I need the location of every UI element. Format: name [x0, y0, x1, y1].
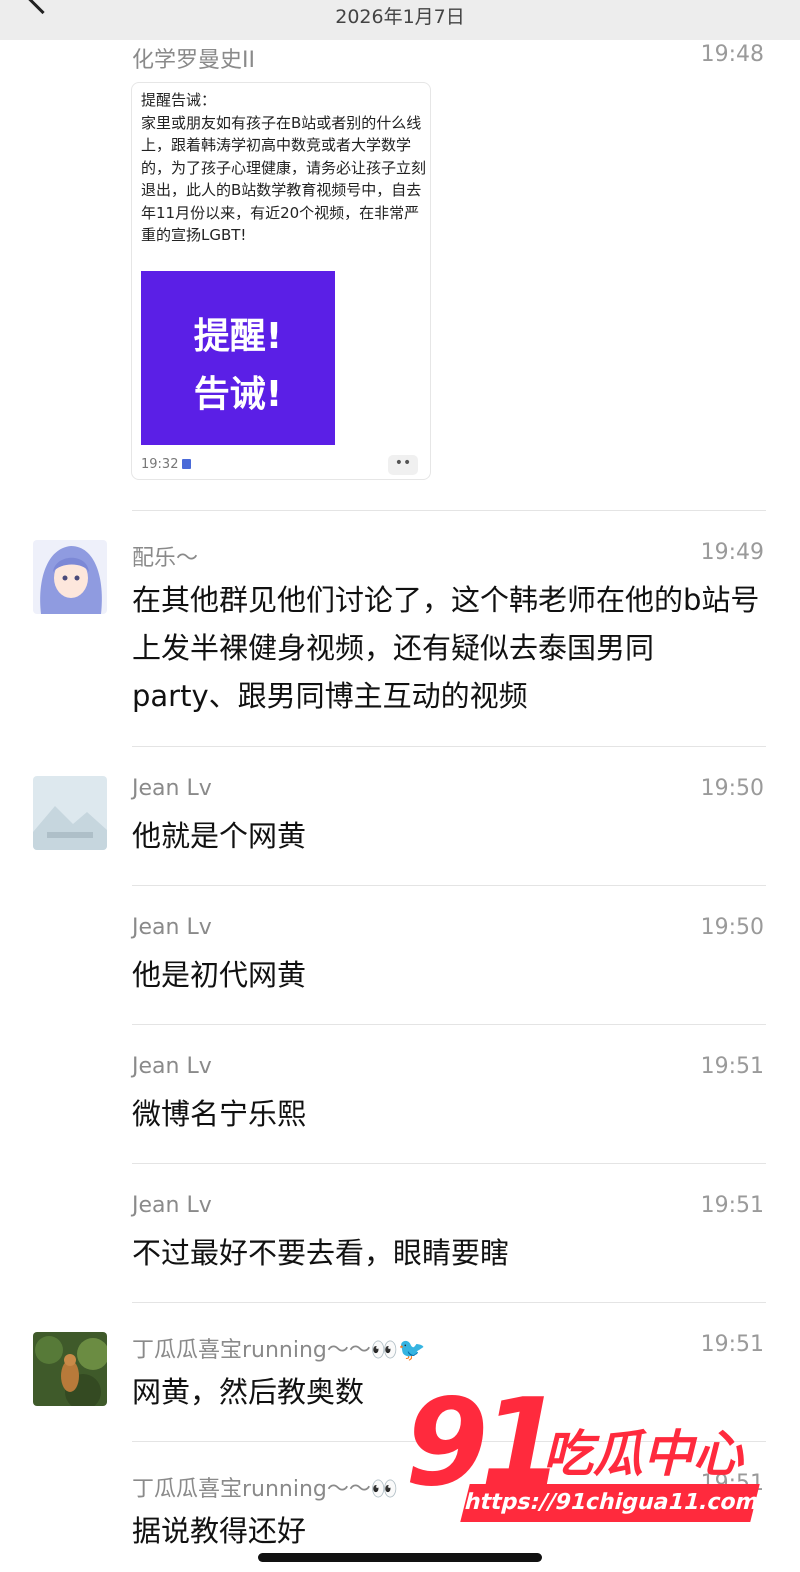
divider [132, 1302, 766, 1303]
sender-name[interactable]: Jean Lv [132, 1054, 212, 1079]
message-text: 在其他群见他们讨论了，这个韩老师在他的b站号上发半裸健身视频，还有疑似去泰国男同… [132, 583, 760, 713]
message-text: 他是初代网黄 [132, 958, 307, 992]
message-text: 不过最好不要去看，眼睛要瞎 [132, 1236, 510, 1270]
card-image-line: 告诫! [193, 374, 283, 415]
sender-name[interactable]: 丁瓜瓜喜宝running～～👀🐦 [132, 1332, 426, 1364]
message-text: 微博名宁乐熙 [132, 1097, 307, 1131]
sender-name[interactable]: Jean Lv [132, 1193, 212, 1218]
sender-name[interactable]: 丁瓜瓜喜宝running～～👀 [132, 1471, 398, 1503]
divider [132, 1163, 766, 1164]
card-time: 19:32 [141, 457, 179, 472]
message-time: 19:51 [700, 1193, 764, 1218]
message-item: Jean Lv 19:50 他是初代网黄 [0, 915, 800, 1025]
watermark-url: https://91chigua11.com [460, 1484, 762, 1522]
divider [132, 746, 766, 747]
divider [132, 1024, 766, 1025]
message-item: Jean Lv 19:51 微博名宁乐熙 [0, 1054, 800, 1164]
message-time: 19:49 [700, 540, 764, 565]
message-item: Jean Lv 19:51 不过最好不要去看，眼睛要瞎 [0, 1193, 800, 1303]
message-item: 化学罗曼史II 19:48 提醒告诫： 家里或朋友如有孩子在B站或者别的什么线上… [0, 40, 800, 511]
watermark: 91 吃瓜中心 https://91chigua11.com [395, 1374, 785, 1530]
message-time: 19:51 [700, 1332, 764, 1357]
divider [132, 510, 766, 511]
shared-note-card[interactable]: 提醒告诫： 家里或朋友如有孩子在B站或者别的什么线上，跟着韩涛学初高中数竞或者大… [131, 82, 431, 480]
message-item: Jean Lv 19:50 他就是个网黄 [0, 776, 800, 886]
message-time: 19:50 [700, 915, 764, 940]
sender-name[interactable]: Jean Lv [132, 776, 212, 801]
home-indicator[interactable] [258, 1553, 542, 1562]
message-time: 19:50 [700, 776, 764, 801]
card-text: 提醒告诫： 家里或朋友如有孩子在B站或者别的什么线上，跟着韩涛学初高中数竞或者大… [141, 91, 427, 244]
avatar[interactable] [33, 1332, 107, 1406]
trash-icon[interactable] [182, 459, 191, 469]
message-text: 他就是个网黄 [132, 819, 307, 853]
card-image-line: 提醒! [193, 316, 283, 357]
watermark-text: 吃瓜中心 [543, 1425, 743, 1483]
date-label: 2026年1月7日 [335, 6, 465, 28]
card-image: 提醒! 告诫! [141, 271, 335, 445]
sender-name[interactable]: 配乐～ [132, 540, 198, 572]
divider [132, 885, 766, 886]
avatar[interactable] [33, 776, 107, 850]
sender-name[interactable]: 化学罗曼史II [132, 42, 255, 74]
message-time: 19:48 [700, 42, 764, 67]
more-button[interactable]: •• [388, 455, 418, 475]
message-time: 19:51 [700, 1054, 764, 1079]
sender-name[interactable]: Jean Lv [132, 915, 212, 940]
message-item: 配乐～ 19:49 在其他群见他们讨论了，这个韩老师在他的b站号上发半裸健身视频… [0, 540, 800, 747]
chat-header: 2026年1月7日 [0, 0, 800, 40]
avatar[interactable] [33, 540, 107, 614]
